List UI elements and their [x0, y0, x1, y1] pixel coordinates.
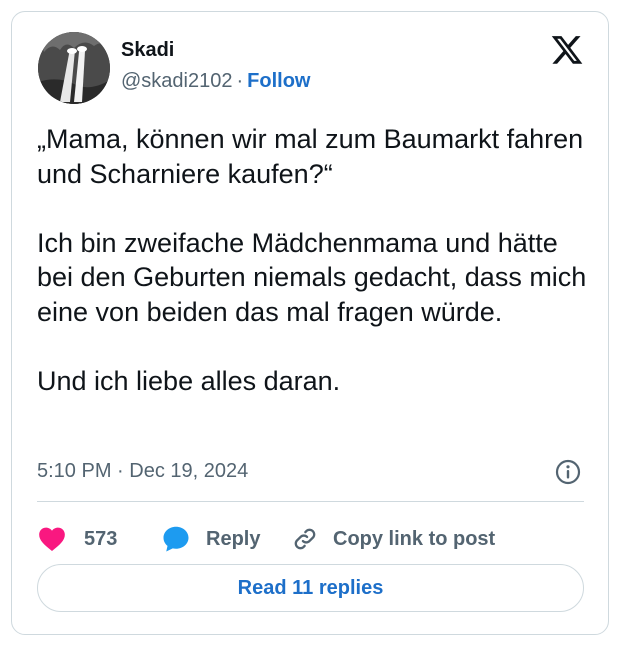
heart-icon: [39, 527, 65, 552]
read-replies-button[interactable]: Read 11 replies: [37, 564, 584, 612]
like-count: 573: [84, 527, 118, 550]
like-button[interactable]: 573: [38, 517, 117, 561]
follow-button[interactable]: Follow: [247, 70, 310, 92]
avatar[interactable]: [38, 32, 110, 104]
tweet-text: „Mama, können wir mal zum Baumarkt fahre…: [37, 124, 587, 396]
tweet-card: Skadi @skadi2102 · Follow „Mama, können wi…: [11, 11, 609, 635]
info-icon[interactable]: [554, 458, 582, 486]
author-handle-row: @skadi2102 · Follow: [121, 70, 310, 93]
reply-label: Reply: [206, 527, 261, 550]
author-display-name[interactable]: Skadi: [121, 39, 174, 62]
reply-button[interactable]: Reply: [161, 517, 260, 561]
copy-link-label: Copy link to post: [333, 527, 496, 550]
link-icon: [294, 528, 316, 550]
copy-link-button[interactable]: Copy link to post: [291, 517, 495, 561]
separator-dot: ·: [236, 70, 244, 92]
tweet-timestamp[interactable]: 5:10 PM · Dec 19, 2024: [37, 460, 248, 483]
action-bar: 573 Reply Copy link to post: [12, 517, 610, 561]
author-handle[interactable]: @skadi2102: [121, 70, 232, 92]
reply-bubble-icon: [163, 526, 189, 552]
divider: [37, 501, 584, 502]
x-logo-icon[interactable]: [550, 36, 584, 68]
